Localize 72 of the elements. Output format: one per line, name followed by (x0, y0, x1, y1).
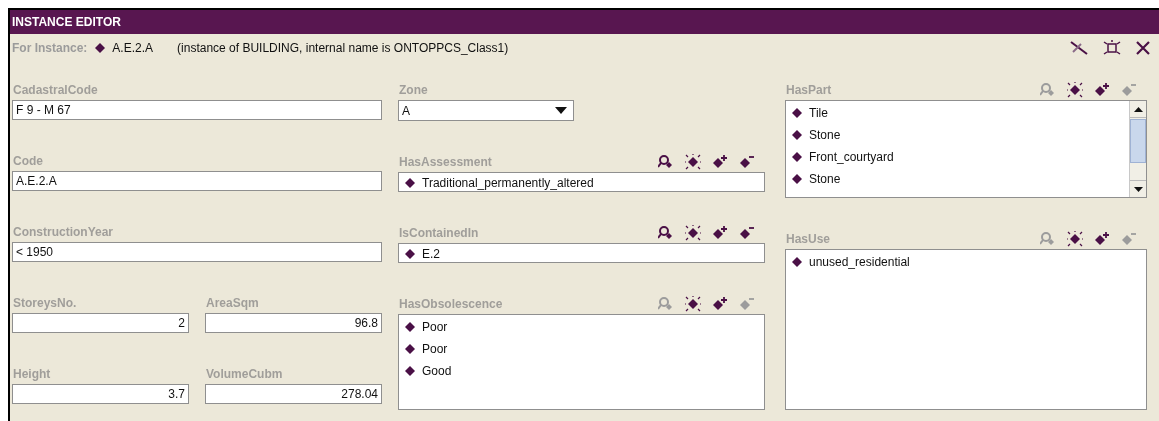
list-item: Traditional_permanently_altered (422, 174, 594, 191)
text-field[interactable]: A.E.2.A (12, 171, 382, 191)
list-item[interactable]: Stone (809, 170, 841, 188)
crossed-pin-icon[interactable] (1069, 40, 1089, 56)
instance-icon (405, 248, 415, 259)
caret-icon (555, 107, 567, 114)
create-icon[interactable] (1067, 231, 1083, 247)
field-label: Height (13, 366, 51, 383)
field-label: AreaSqm (206, 295, 259, 312)
list-item[interactable]: Front_courtyard (809, 148, 894, 166)
create-icon[interactable] (685, 154, 701, 170)
instance-icon (792, 152, 802, 162)
add-icon[interactable] (1094, 82, 1110, 98)
instance-list[interactable]: Tile Stone Front_courtyard Stone (785, 100, 1147, 198)
add-icon[interactable] (712, 225, 728, 241)
instance-icon (95, 43, 106, 53)
for-instance-label: For Instance: (12, 40, 88, 57)
instance-list[interactable]: unused_residential (785, 249, 1147, 410)
field-label: Code (13, 153, 43, 170)
list-item[interactable]: unused_residential (809, 253, 910, 271)
list-item: E.2 (422, 245, 440, 262)
instance-icon (792, 257, 802, 267)
instance-icon (792, 130, 802, 140)
instance-name: A.E.2.A (112, 40, 154, 57)
add-icon[interactable] (1094, 231, 1110, 247)
instance-icon (405, 344, 415, 354)
scroll-up-icon[interactable] (1133, 106, 1143, 112)
field-label: HasPart (786, 82, 832, 99)
instance-icon (405, 366, 415, 376)
field-label: HasObsolescence (399, 296, 503, 313)
find-icon[interactable] (658, 225, 674, 241)
instance-description: (instance of BUILDING, internal name is ONTOPPCS_Class1) (177, 40, 509, 57)
list-item[interactable]: Poor (422, 340, 448, 358)
field-label: ConstructionYear (13, 224, 114, 241)
field-label: HasAssessment (399, 154, 492, 171)
create-icon[interactable] (685, 296, 701, 312)
add-icon[interactable] (712, 296, 728, 312)
instance-icon (405, 177, 415, 188)
field-label: StoreysNo. (13, 295, 77, 312)
text-field[interactable]: 96.8 (205, 313, 382, 333)
text-field[interactable]: < 1950 (12, 242, 382, 262)
add-icon[interactable] (712, 154, 728, 170)
remove-icon[interactable] (739, 225, 755, 241)
field-label: VolumeCubm (206, 366, 283, 383)
list-item[interactable]: Good (422, 362, 452, 380)
instance-icon (405, 322, 415, 332)
close-icon[interactable] (1135, 40, 1151, 56)
sparkle-icon[interactable] (1103, 40, 1121, 56)
create-icon[interactable] (685, 225, 701, 241)
list-item[interactable]: Poor (422, 318, 448, 336)
window-title: INSTANCE EDITOR (12, 14, 121, 31)
text-field[interactable]: 3.7 (12, 384, 189, 404)
field-label: HasUse (786, 231, 831, 248)
instance-list[interactable]: Poor Poor Good (398, 314, 765, 410)
text-field[interactable]: F 9 - M 67 (12, 100, 382, 120)
list-item[interactable]: Stone (809, 126, 841, 144)
field-label: Zone (399, 82, 428, 99)
zone-dropdown[interactable]: A (398, 100, 574, 121)
instance-icon (792, 174, 802, 184)
text-field[interactable]: 278.04 (205, 384, 382, 404)
text-field[interactable]: 2 (12, 313, 189, 333)
field-label: CadastralCode (13, 82, 98, 99)
scrollbar[interactable] (1129, 101, 1146, 197)
find-icon[interactable] (658, 154, 674, 170)
instance-field[interactable]: Traditional_permanently_altered (398, 172, 765, 192)
list-item[interactable]: Tile (809, 104, 828, 122)
remove-icon[interactable] (739, 154, 755, 170)
field-label: IsContainedIn (399, 225, 479, 242)
create-icon[interactable] (1067, 82, 1083, 98)
instance-icon (792, 108, 802, 118)
scroll-down-icon[interactable] (1133, 186, 1143, 192)
instance-field[interactable]: E.2 (398, 243, 765, 263)
